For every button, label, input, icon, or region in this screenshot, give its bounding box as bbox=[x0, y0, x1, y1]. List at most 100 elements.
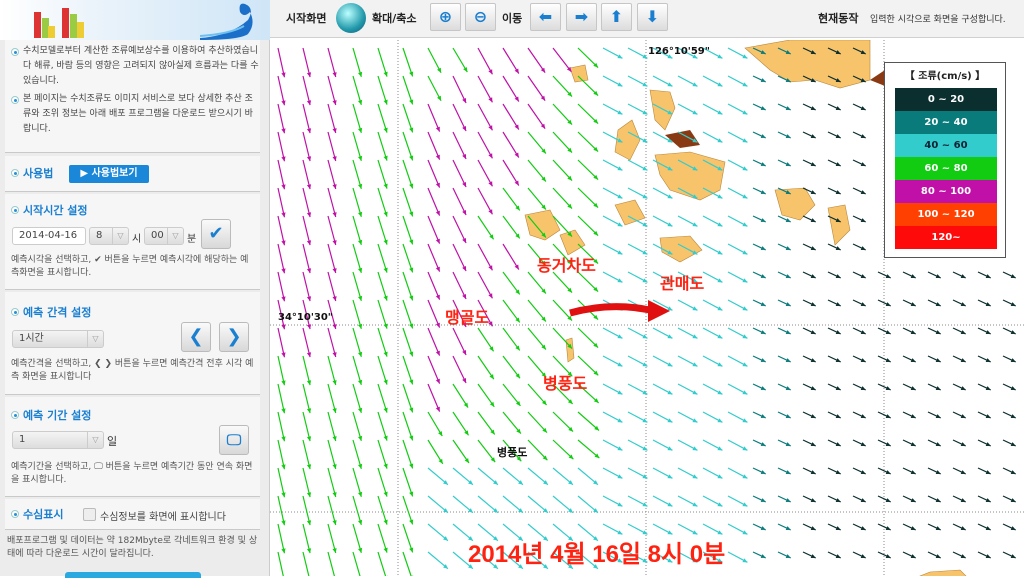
tidal-current-map[interactable]: 126°10'59" 34°10'30" 동거차도 관매도 맹골도 병풍도 병풍… bbox=[270, 40, 1024, 576]
longitude-label: 126°10'59" bbox=[648, 46, 710, 57]
date-input[interactable]: 2014-04-16 bbox=[12, 227, 86, 245]
current-arrow-head bbox=[541, 68, 545, 73]
current-arrow-head bbox=[384, 184, 388, 189]
legend-row: 40 ~ 60 bbox=[895, 134, 997, 157]
place-donggeochado: 동거차도 bbox=[537, 252, 596, 276]
current-arrow-head bbox=[409, 99, 413, 104]
current-arrow-head bbox=[409, 351, 413, 356]
status-text: 입력한 시각으로 화면을 구성합니다. bbox=[870, 12, 1006, 25]
current-arrow-head bbox=[409, 295, 413, 300]
current-arrow-head bbox=[384, 72, 388, 77]
chevron-down-icon: ▽ bbox=[87, 432, 103, 448]
current-arrow-head bbox=[281, 72, 285, 77]
move-down-button[interactable]: ⬇ bbox=[637, 3, 668, 31]
hour-select[interactable]: 8▽ bbox=[89, 227, 129, 245]
bullet-icon bbox=[11, 411, 19, 419]
current-arrow bbox=[278, 552, 284, 576]
current-arrow-head bbox=[281, 520, 285, 525]
move-up-button[interactable]: ⬆ bbox=[601, 3, 632, 31]
interval-title: 예측 간격 설정 bbox=[23, 306, 91, 319]
current-arrow bbox=[303, 552, 310, 576]
legend-row: 120~ bbox=[895, 226, 997, 249]
current-arrow-head bbox=[384, 352, 388, 357]
current-arrow-head bbox=[409, 519, 413, 524]
move-label: 이동 bbox=[502, 10, 522, 26]
legend-row: 100 ~ 120 bbox=[895, 203, 997, 226]
current-arrow-head bbox=[281, 212, 285, 217]
download-button[interactable] bbox=[65, 572, 201, 578]
chevron-down-icon: ▽ bbox=[167, 228, 183, 244]
island bbox=[655, 152, 725, 200]
current-arrow-head bbox=[541, 96, 545, 101]
depth-checkbox[interactable] bbox=[83, 508, 96, 521]
zoom-out-button[interactable]: ⊖ bbox=[465, 3, 496, 31]
island bbox=[650, 90, 675, 130]
next-interval-button[interactable]: ❯ bbox=[219, 322, 249, 352]
current-arrow-head bbox=[281, 548, 285, 553]
play-period-button[interactable]: 🖵 bbox=[219, 425, 249, 455]
start-time-panel: 시작시간 설정 2014-04-16 8▽ 시 00▽ 분 ✔ 예측시각을 선택… bbox=[5, 194, 260, 290]
minute-value: 00 bbox=[151, 230, 164, 241]
current-arrow-head bbox=[409, 267, 413, 272]
notes-panel: 수치모델로부터 계산한 조류예보상수를 이용하여 추산하였습니다 해류, 바람 … bbox=[5, 40, 260, 153]
legend-title: 【 조류(cm/s) 】 bbox=[885, 67, 1005, 82]
current-arrow-head bbox=[281, 464, 285, 469]
bullet-icon bbox=[11, 206, 19, 214]
island bbox=[660, 236, 702, 262]
start-time-help: 예측시각을 선택하고, ✔ 버튼을 누르면 예측시각에 해당하는 예측화면을 표… bbox=[11, 254, 256, 280]
legend-row: 60 ~ 80 bbox=[895, 157, 997, 180]
current-arrow-head bbox=[384, 548, 388, 553]
current-arrow-head bbox=[384, 212, 388, 217]
current-arrow-head bbox=[281, 100, 285, 105]
current-arrow-head bbox=[281, 184, 285, 189]
current-arrow-head bbox=[409, 239, 413, 244]
home-globe-button[interactable] bbox=[336, 3, 366, 33]
legend-row: 0 ~ 20 bbox=[895, 88, 997, 111]
current-arrow-head bbox=[281, 268, 285, 273]
depth-panel: 수심표시 수심정보를 화면에 표시합니다 bbox=[5, 499, 260, 530]
current-arrow-head bbox=[409, 183, 413, 188]
arrow-down-icon: ⬇ bbox=[646, 7, 659, 26]
current-arrow-head bbox=[465, 458, 469, 463]
prev-interval-button[interactable]: ❮ bbox=[181, 322, 211, 352]
current-arrow-head bbox=[281, 408, 285, 413]
usage-button[interactable]: ▶ 사용법보기 bbox=[69, 165, 149, 183]
period-unit: 일 bbox=[107, 433, 117, 449]
chevron-right-icon: ❯ bbox=[226, 326, 241, 347]
interval-value: 1시간 bbox=[19, 333, 44, 344]
island bbox=[615, 200, 645, 225]
current-arrow-head bbox=[409, 491, 413, 496]
latitude-label: 34°10'30" bbox=[278, 312, 333, 323]
current-arrow-head bbox=[409, 71, 413, 76]
period-select[interactable]: 1▽ bbox=[12, 431, 104, 449]
current-arrow-head bbox=[384, 324, 388, 329]
current-arrow-head bbox=[409, 211, 413, 216]
current-arrow-head bbox=[281, 296, 285, 301]
bullet-icon bbox=[11, 96, 19, 104]
current-arrow bbox=[378, 552, 387, 576]
place-maenggoldo: 맹골도 bbox=[445, 304, 489, 328]
interval-select[interactable]: 1시간▽ bbox=[12, 330, 104, 348]
download-note: 배포프로그램 및 데이터는 약 182Mbyte로 각네트워크 환경 및 상태에… bbox=[7, 535, 265, 561]
period-value: 1 bbox=[19, 434, 25, 445]
bullet-icon bbox=[11, 510, 19, 518]
place-byeongpungdo: 병풍도 bbox=[543, 370, 587, 394]
move-right-button[interactable]: ➡ bbox=[566, 3, 597, 31]
current-arrow-head bbox=[541, 124, 545, 129]
period-title: 예측 기간 설정 bbox=[23, 409, 91, 422]
current-arrow-head bbox=[384, 128, 388, 133]
legend-row: 20 ~ 40 bbox=[895, 111, 997, 134]
current-arrow-head bbox=[384, 520, 388, 525]
drift-arrow bbox=[570, 307, 650, 313]
zoom-label: 확대/축소 bbox=[372, 10, 417, 26]
current-arrow-head bbox=[384, 408, 388, 413]
arrow-right-icon: ➡ bbox=[575, 7, 588, 26]
minute-select[interactable]: 00▽ bbox=[144, 227, 184, 245]
current-arrow-head bbox=[409, 155, 413, 160]
move-left-button[interactable]: ⬅ bbox=[530, 3, 561, 31]
chevron-left-icon: ❮ bbox=[188, 326, 203, 347]
speed-legend: 【 조류(cm/s) 】 0 ~ 2020 ~ 4040 ~ 6060 ~ 80… bbox=[884, 62, 1006, 258]
current-arrow-head bbox=[384, 464, 388, 469]
zoom-in-button[interactable]: ⊕ bbox=[430, 3, 461, 31]
apply-time-button[interactable]: ✔ bbox=[201, 219, 231, 249]
